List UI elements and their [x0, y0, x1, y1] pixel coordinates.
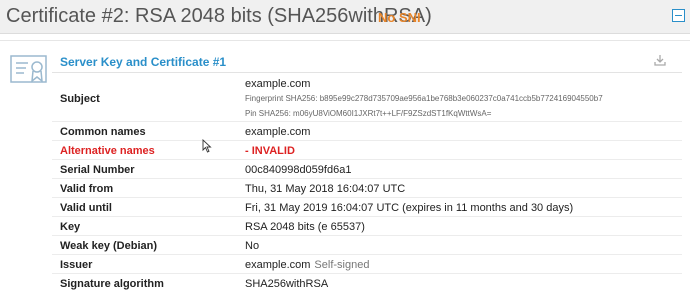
- section-title: Server Key and Certificate #1: [60, 55, 227, 69]
- valid-until-value: Fri, 31 May 2019 16:04:07 UTC (expires i…: [245, 202, 574, 214]
- key-value: RSA 2048 bits (e 65537): [245, 221, 365, 233]
- subject-pin: Pin SHA256: m06yU8ViOM60I1JXRt7t++LF/F9Z…: [245, 109, 492, 118]
- valid-until-row: Valid until Fri, 31 May 2019 16:04:07 UT…: [52, 199, 682, 217]
- alt-names-label: Alternative names: [60, 145, 155, 157]
- alt-names-row: Alternative names - INVALID: [52, 142, 682, 160]
- subject-row: Subject example.com Fingerprint SHA256: …: [52, 74, 682, 122]
- issuer-value: example.com Self-signed: [245, 259, 369, 271]
- valid-from-row: Valid from Thu, 31 May 2018 16:04:07 UTC: [52, 180, 682, 198]
- valid-until-label: Valid until: [60, 202, 112, 214]
- mouse-cursor-icon: [202, 139, 212, 153]
- common-names-label: Common names: [60, 126, 146, 138]
- download-icon[interactable]: [654, 54, 666, 66]
- weak-key-row: Weak key (Debian) No: [52, 237, 682, 255]
- sig-alg-value: SHA256withRSA: [245, 278, 329, 290]
- certificate-panel: Server Key and Certificate #1 Subject ex…: [0, 40, 690, 292]
- subject-label: Subject: [60, 93, 100, 105]
- common-names-row: Common names example.com: [52, 123, 682, 141]
- sig-alg-row: Signature algorithm SHA256withRSA: [52, 275, 682, 292]
- subject-cn: example.com: [245, 78, 311, 90]
- certificate-title: Certificate #2: RSA 2048 bits (SHA256wit…: [6, 5, 432, 27]
- collapse-button[interactable]: [672, 9, 685, 22]
- key-row: Key RSA 2048 bits (e 65537): [52, 218, 682, 236]
- issuer-name: example.com: [245, 259, 311, 271]
- weak-key-value: No: [245, 240, 260, 252]
- self-signed-note: Self-signed: [314, 259, 370, 271]
- serial-value: 00c840998d059fd6a1: [245, 164, 352, 176]
- section-header: Server Key and Certificate #1: [52, 49, 682, 73]
- key-label: Key: [60, 221, 81, 233]
- subject-fingerprint: Fingerprint SHA256: b895e99c278d735709ae…: [245, 94, 603, 103]
- common-names-value: example.com: [245, 126, 311, 138]
- issuer-row: Issuer example.com Self-signed: [52, 256, 682, 274]
- certificate-icon: [10, 55, 47, 83]
- issuer-label: Issuer: [60, 259, 93, 271]
- alt-names-value: - INVALID: [245, 145, 295, 157]
- certificate-header: Certificate #2: RSA 2048 bits (SHA256wit…: [0, 0, 690, 34]
- valid-from-value: Thu, 31 May 2018 16:04:07 UTC: [245, 183, 406, 195]
- serial-row: Serial Number 00c840998d059fd6a1: [52, 161, 682, 179]
- no-sni-badge: No SNI: [378, 10, 421, 25]
- weak-key-label: Weak key (Debian): [60, 240, 158, 252]
- sig-alg-label: Signature algorithm: [60, 278, 164, 290]
- valid-from-label: Valid from: [60, 183, 114, 195]
- serial-label: Serial Number: [60, 164, 135, 176]
